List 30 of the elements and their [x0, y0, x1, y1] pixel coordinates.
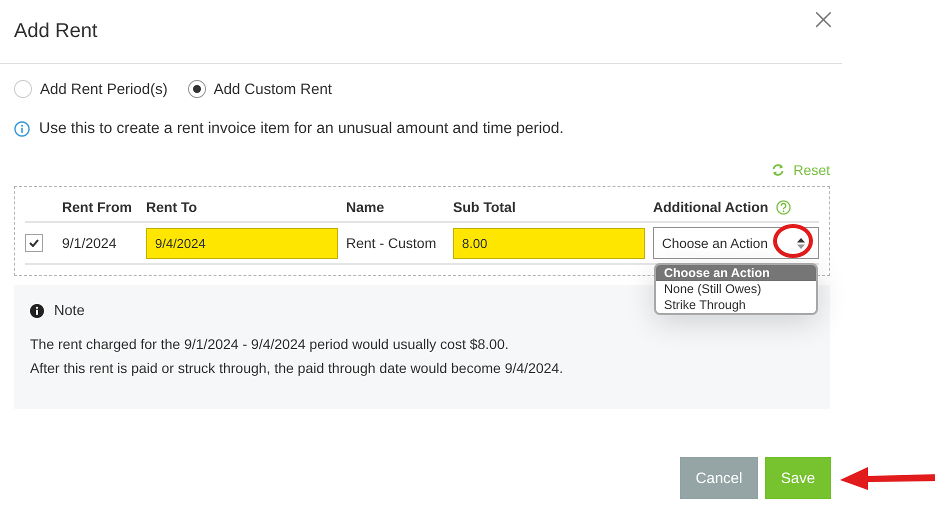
info-text: Use this to create a rent invoice item for an unusual amount and time period.	[39, 120, 564, 138]
help-icon	[776, 200, 792, 214]
radio-label[interactable]: Add Rent Period(s)	[40, 80, 168, 98]
dropdown-option[interactable]: Strike Through	[656, 297, 816, 313]
date-field[interactable]: 9/4/2024	[146, 228, 338, 258]
column-header: Additional Action	[653, 199, 768, 215]
dropdown-option[interactable]: None (Still Owes)	[656, 281, 816, 297]
table-cell: 9/1/2024	[62, 235, 116, 251]
info-icon	[14, 121, 30, 137]
dialog-title: Add Rent	[14, 20, 98, 43]
sort-arrows-icon	[797, 238, 805, 248]
action-select[interactable]: Choose an Action	[653, 227, 819, 259]
note-title: Note	[54, 303, 85, 319]
table-cell: Rent - Custom	[346, 235, 436, 251]
checkmark-icon	[29, 239, 39, 247]
column-header: Sub Total	[453, 199, 516, 215]
close-button[interactable]: ×	[810, 4, 836, 36]
refresh-icon	[771, 163, 786, 177]
radio-button[interactable]	[188, 80, 206, 98]
info-icon	[30, 304, 44, 318]
note-text: After this rent is paid or struck through, the paid through date would become 9/4/2024.	[30, 359, 564, 378]
column-header: Rent From	[62, 199, 132, 215]
column-header: Rent To	[146, 199, 198, 215]
radio-button[interactable]	[14, 80, 32, 98]
radio-label[interactable]: Add Custom Rent	[214, 80, 332, 98]
checkbox[interactable]	[25, 234, 43, 252]
dropdown-option[interactable]: Choose an Action	[656, 265, 816, 281]
column-header: Name	[346, 199, 384, 215]
note-text: The rent charged for the 9/1/2024 - 9/4/2024 period would usually cost $8.00.	[30, 335, 510, 354]
amount-field[interactable]: 8.00	[453, 228, 645, 258]
